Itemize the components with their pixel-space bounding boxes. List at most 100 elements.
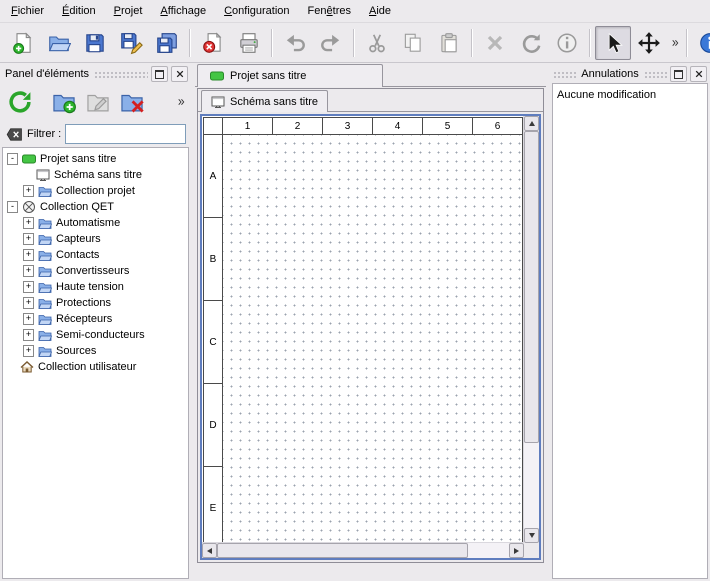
- tree-item[interactable]: +Convertisseurs: [3, 263, 188, 279]
- tree-item[interactable]: +Capteurs: [3, 231, 188, 247]
- menu-item-aide[interactable]: Aide: [360, 0, 400, 22]
- expand-toggle[interactable]: +: [23, 217, 34, 229]
- expand-toggle[interactable]: +: [23, 297, 34, 309]
- open-project-button[interactable]: [41, 26, 77, 60]
- down-arrow-icon: [529, 533, 535, 541]
- tree-item[interactable]: +Contacts: [3, 247, 188, 263]
- tree-item[interactable]: + Automatisme: [3, 215, 188, 231]
- save-all-button[interactable]: [149, 26, 185, 60]
- collapse-toggle[interactable]: -: [7, 153, 18, 165]
- tree-item[interactable]: Schéma sans titre: [3, 167, 188, 183]
- copy-button: [395, 26, 431, 60]
- undo-panel-titlebar[interactable]: Annulations: [550, 63, 710, 83]
- project-tab-label: Projet sans titre: [230, 70, 306, 82]
- scroll-down-button[interactable]: [524, 528, 539, 543]
- new-project-button[interactable]: [5, 26, 41, 60]
- scroll-up-button[interactable]: [524, 116, 539, 131]
- left-arrow-icon: [204, 548, 212, 554]
- scrollbar-corner: [524, 543, 539, 558]
- expand-toggle[interactable]: +: [23, 249, 34, 261]
- undo-list-item[interactable]: Aucune modification: [557, 87, 703, 102]
- float-icon: [674, 70, 683, 79]
- expander-spacer: [7, 362, 18, 373]
- tree-item[interactable]: +Sources: [3, 343, 188, 359]
- column-headers: 123456: [204, 118, 522, 135]
- schema-tab-label: Schéma sans titre: [230, 96, 318, 108]
- column-label: 2: [272, 118, 322, 134]
- delete-element-button[interactable]: [115, 85, 149, 119]
- elements-panel-titlebar[interactable]: Panel d'éléments: [0, 63, 191, 83]
- diagram-info-button[interactable]: [692, 26, 710, 60]
- collapse-toggle[interactable]: -: [7, 201, 18, 213]
- expand-toggle[interactable]: +: [23, 345, 34, 357]
- filter-input[interactable]: [65, 124, 186, 144]
- menu-item-configuration[interactable]: Configuration: [215, 0, 298, 22]
- select-mode-button[interactable]: [595, 26, 631, 60]
- tree-item-label: Collection utilisateur: [38, 361, 136, 373]
- horizontal-scroll-thumb[interactable]: [217, 543, 468, 558]
- tree-item[interactable]: -Collection QET: [3, 199, 188, 215]
- float-undo-panel-button[interactable]: [670, 66, 687, 82]
- vertical-scroll-thumb[interactable]: [524, 131, 539, 443]
- scroll-track[interactable]: [468, 543, 509, 558]
- project-tab[interactable]: Projet sans titre: [197, 64, 383, 87]
- expand-toggle[interactable]: +: [23, 185, 34, 197]
- undo-button: [277, 26, 313, 60]
- save-button[interactable]: [77, 26, 113, 60]
- tree-item-label: Protections: [56, 297, 111, 309]
- menu-item-edition[interactable]: Édition: [53, 0, 105, 22]
- column-label: 4: [372, 118, 422, 134]
- save-as-button[interactable]: [113, 26, 149, 60]
- tree-item[interactable]: - Projet sans titre: [3, 151, 188, 167]
- right-arrow-icon: [514, 548, 522, 554]
- folder-icon: [38, 232, 52, 246]
- menu-item-affichage[interactable]: Affichage: [151, 0, 215, 22]
- close-elements-panel-button[interactable]: [171, 66, 188, 82]
- scroll-left-button[interactable]: [202, 543, 217, 558]
- folder-icon: [38, 296, 52, 310]
- tree-item[interactable]: +Collection projet: [3, 183, 188, 199]
- save-all-icon: [155, 31, 179, 55]
- print-button[interactable]: [231, 26, 267, 60]
- pan-mode-button[interactable]: [631, 26, 667, 60]
- menu-item-fenetres[interactable]: Fenêtres: [299, 0, 360, 22]
- menu-item-fichier[interactable]: Fichier: [2, 0, 53, 22]
- folder-icon: [38, 264, 52, 278]
- cut-button: [359, 26, 395, 60]
- schema-tab[interactable]: Schéma sans titre: [201, 90, 328, 112]
- info-gray-icon: [555, 31, 579, 55]
- panel-toolbar-extension-button[interactable]: [173, 86, 188, 118]
- tree-item-label: Automatisme: [56, 217, 120, 229]
- vertical-scrollbar[interactable]: [523, 116, 539, 543]
- close-undo-panel-button[interactable]: [690, 66, 707, 82]
- expand-toggle[interactable]: +: [23, 265, 34, 277]
- mode-toolbar-extension-button[interactable]: [667, 27, 682, 59]
- element-tree: -Projet sans titreSchéma sans titre+Coll…: [2, 147, 189, 579]
- schema-sheet: 123456 ABCDE: [203, 117, 523, 543]
- undo-panel-title: Annulations: [579, 68, 641, 80]
- tree-item[interactable]: +Semi-conducteurs: [3, 327, 188, 343]
- column-label: 6: [472, 118, 522, 134]
- new-element-button[interactable]: [47, 85, 81, 119]
- scroll-right-button[interactable]: [509, 543, 524, 558]
- expand-toggle[interactable]: +: [23, 233, 34, 245]
- dock-grip: [94, 71, 148, 78]
- project-icon: [210, 69, 224, 83]
- menu-item-projet[interactable]: Projet: [105, 0, 152, 22]
- elements-panel-dock: Panel d'éléments Filtrer : -Projet sans …: [0, 63, 191, 581]
- undo-icon: [283, 31, 307, 55]
- tree-item[interactable]: +Haute tension: [3, 279, 188, 295]
- float-elements-panel-button[interactable]: [151, 66, 168, 82]
- close-file-button[interactable]: [195, 26, 231, 60]
- schema-canvas[interactable]: 123456 ABCDE: [202, 116, 524, 543]
- expand-toggle[interactable]: +: [23, 329, 34, 341]
- clear-filter-button[interactable]: [5, 126, 23, 143]
- expand-toggle[interactable]: +: [23, 313, 34, 325]
- tree-item[interactable]: Collection utilisateur: [3, 359, 188, 375]
- tree-item-label: Projet sans titre: [40, 153, 116, 165]
- reload-collections-button[interactable]: [3, 85, 37, 119]
- tree-item[interactable]: +Récepteurs: [3, 311, 188, 327]
- tree-item[interactable]: + Protections: [3, 295, 188, 311]
- expand-toggle[interactable]: +: [23, 281, 34, 293]
- horizontal-scrollbar[interactable]: [202, 542, 524, 558]
